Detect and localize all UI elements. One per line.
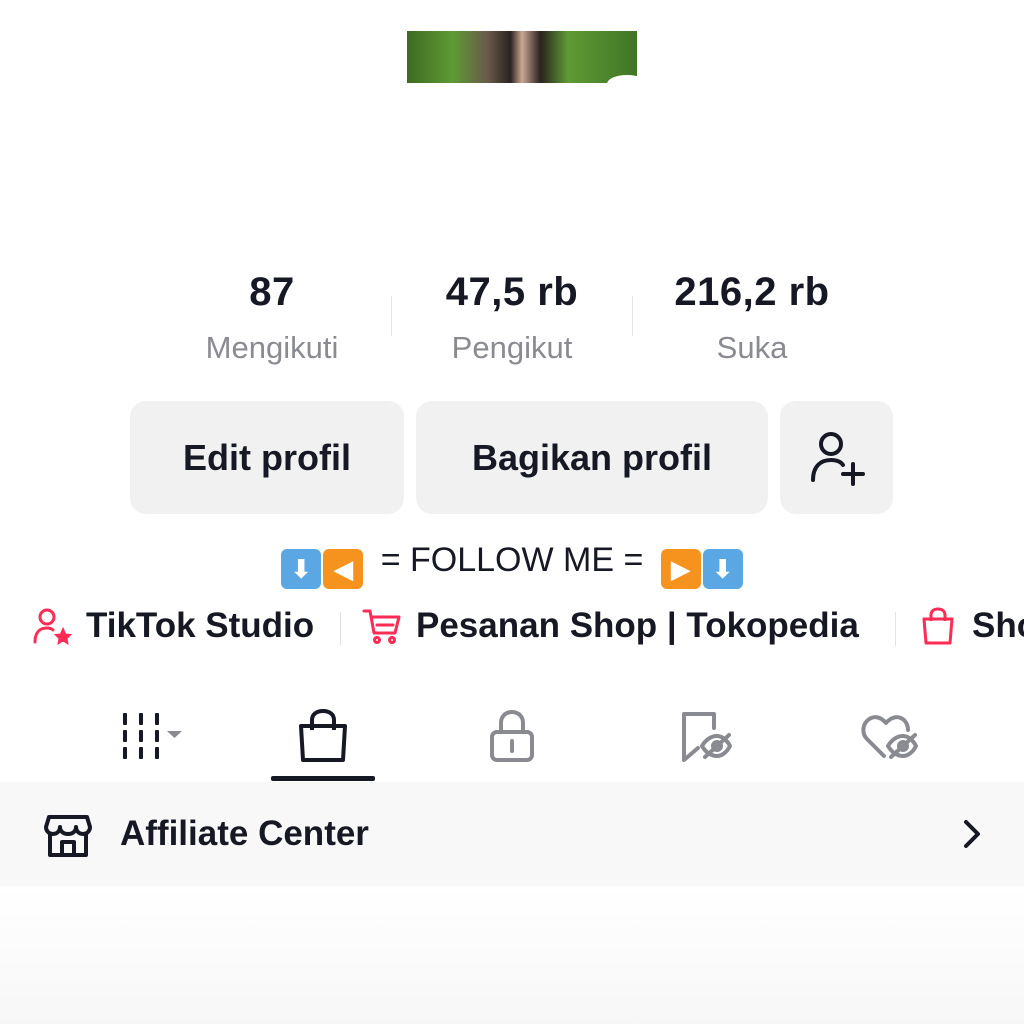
tab-shop[interactable] — [271, 690, 375, 782]
chevron-right-icon — [964, 820, 980, 848]
profile-links-bar: TikTok Studio Pesanan Shop | Tokopedia S… — [0, 600, 1024, 656]
profile-cover-image[interactable] — [407, 31, 637, 83]
stat-likes[interactable]: 216,2 rb Suka — [652, 268, 852, 368]
followers-label: Pengikut — [451, 330, 573, 365]
shopping-bag-icon — [299, 709, 347, 762]
link-label: TikTok Studio — [86, 606, 315, 645]
link-tokopedia-orders[interactable]: Pesanan Shop | Tokopedia — [362, 606, 859, 646]
stats-divider — [391, 296, 392, 336]
following-label: Mengikuti — [205, 330, 339, 365]
content-area — [0, 886, 1024, 1024]
stats-divider — [632, 296, 633, 336]
add-friend-button[interactable] — [780, 401, 893, 514]
link-label: Pesanan Shop | Tokopedia — [416, 606, 859, 645]
followers-count: 47,5 rb — [445, 270, 579, 314]
storefront-icon — [44, 815, 92, 857]
tab-liked[interactable] — [838, 690, 942, 782]
profile-tabs — [0, 690, 1024, 783]
following-count: 87 — [249, 270, 295, 314]
profile-stats: 87 Mengikuti 47,5 rb Pengikut 216,2 rb S… — [0, 268, 1024, 378]
tab-videos[interactable] — [90, 690, 200, 782]
edit-profile-button[interactable]: Edit profil — [130, 401, 404, 514]
affiliate-center-label: Affiliate Center — [120, 814, 369, 853]
link-label: Sho — [972, 606, 1024, 645]
affiliate-center-row[interactable]: Affiliate Center — [0, 782, 1024, 886]
right-arrow-emoji: ▶ — [660, 549, 701, 589]
down-arrow-emoji: ⬇ — [702, 549, 743, 589]
person-add-icon — [810, 431, 865, 486]
person-star-icon — [33, 608, 72, 645]
link-divider — [895, 612, 896, 646]
stat-following[interactable]: 87 Mengikuti — [192, 268, 352, 368]
down-arrow-emoji: ⬇ — [281, 549, 322, 589]
tab-reposts[interactable] — [652, 690, 756, 782]
cart-icon — [362, 609, 401, 644]
link-divider — [340, 612, 341, 646]
bio-text: = FOLLOW ME = — [380, 541, 644, 579]
active-tab-indicator — [271, 776, 375, 781]
link-tiktok-studio[interactable]: TikTok Studio — [32, 606, 314, 646]
stat-followers[interactable]: 47,5 rb Pengikut — [432, 268, 592, 368]
lock-icon — [490, 710, 534, 762]
tab-private[interactable] — [460, 690, 564, 782]
heart-hidden-icon — [861, 715, 918, 759]
link-shop[interactable]: Sho — [918, 606, 1024, 646]
likes-count: 216,2 rb — [674, 270, 830, 314]
grid-bars-icon — [123, 713, 182, 759]
likes-label: Suka — [716, 330, 788, 365]
bookmark-hidden-icon — [682, 712, 732, 762]
share-profile-button[interactable]: Bagikan profil — [416, 401, 768, 514]
shopping-bag-icon — [922, 607, 954, 645]
profile-bio: ⬇ ◀ = FOLLOW ME = ▶ ⬇ — [0, 538, 1024, 589]
left-arrow-emoji: ◀ — [323, 549, 364, 589]
